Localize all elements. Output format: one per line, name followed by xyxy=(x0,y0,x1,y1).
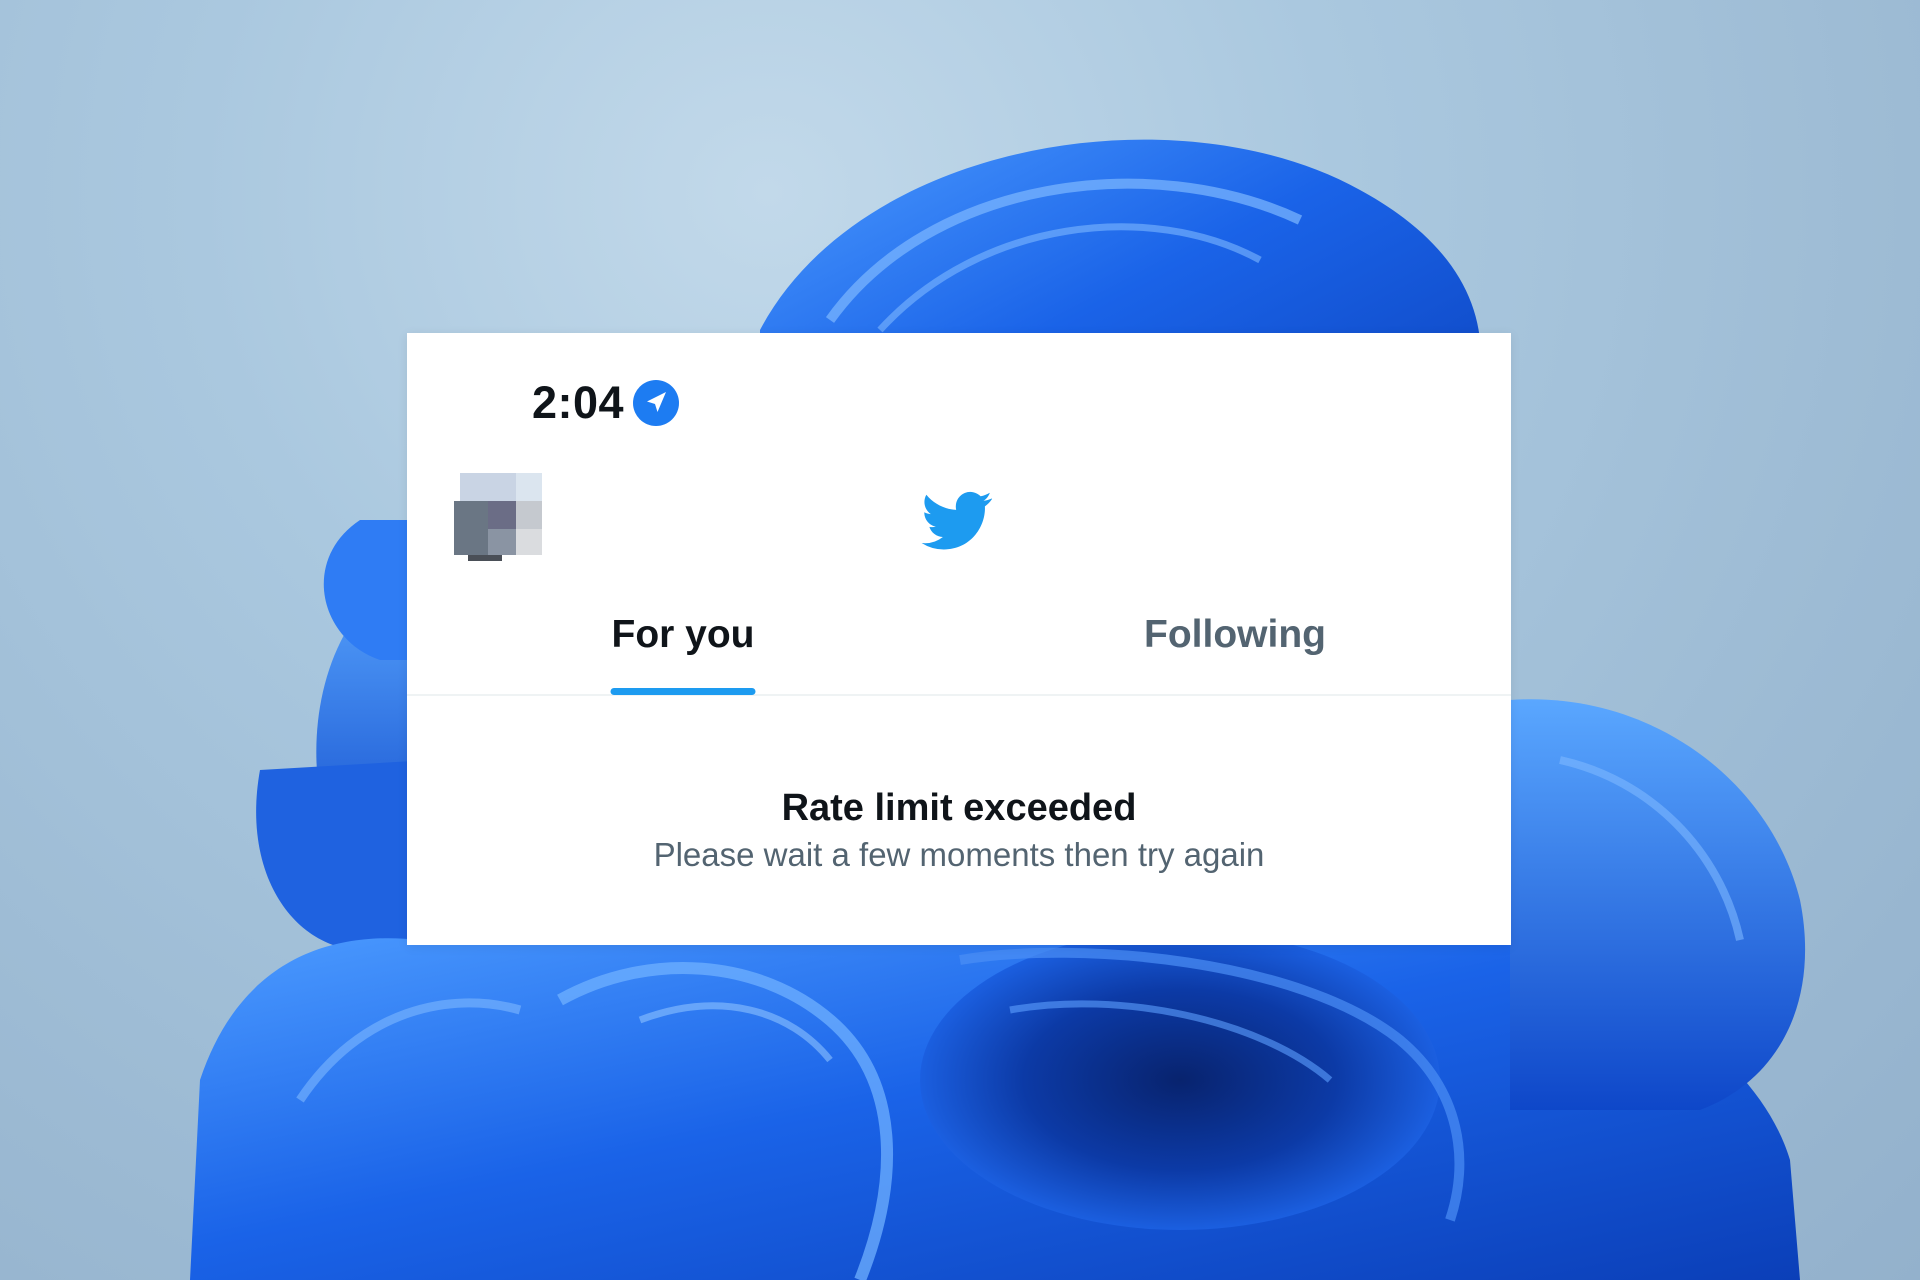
status-bar: 2:04 xyxy=(532,377,680,429)
error-message: Rate limit exceeded Please wait a few mo… xyxy=(407,783,1511,877)
tab-for-you-label: For you xyxy=(611,613,755,656)
twitter-bird-icon[interactable] xyxy=(921,491,993,553)
error-title: Rate limit exceeded xyxy=(781,787,1137,829)
twitter-app-panel: 2:04 For you Following Rate limit exceed… xyxy=(407,333,1511,945)
tab-following-label: Following xyxy=(1144,613,1326,656)
tab-following[interactable]: Following xyxy=(959,581,1511,694)
error-subtitle: Please wait a few moments then try again xyxy=(653,836,1265,873)
status-time: 2:04 xyxy=(532,377,625,428)
timeline-tabs: For you Following xyxy=(407,581,1511,696)
location-arrow-icon xyxy=(632,379,680,427)
tab-for-you[interactable]: For you xyxy=(407,581,959,695)
active-tab-indicator xyxy=(610,688,756,695)
avatar[interactable] xyxy=(454,473,542,561)
